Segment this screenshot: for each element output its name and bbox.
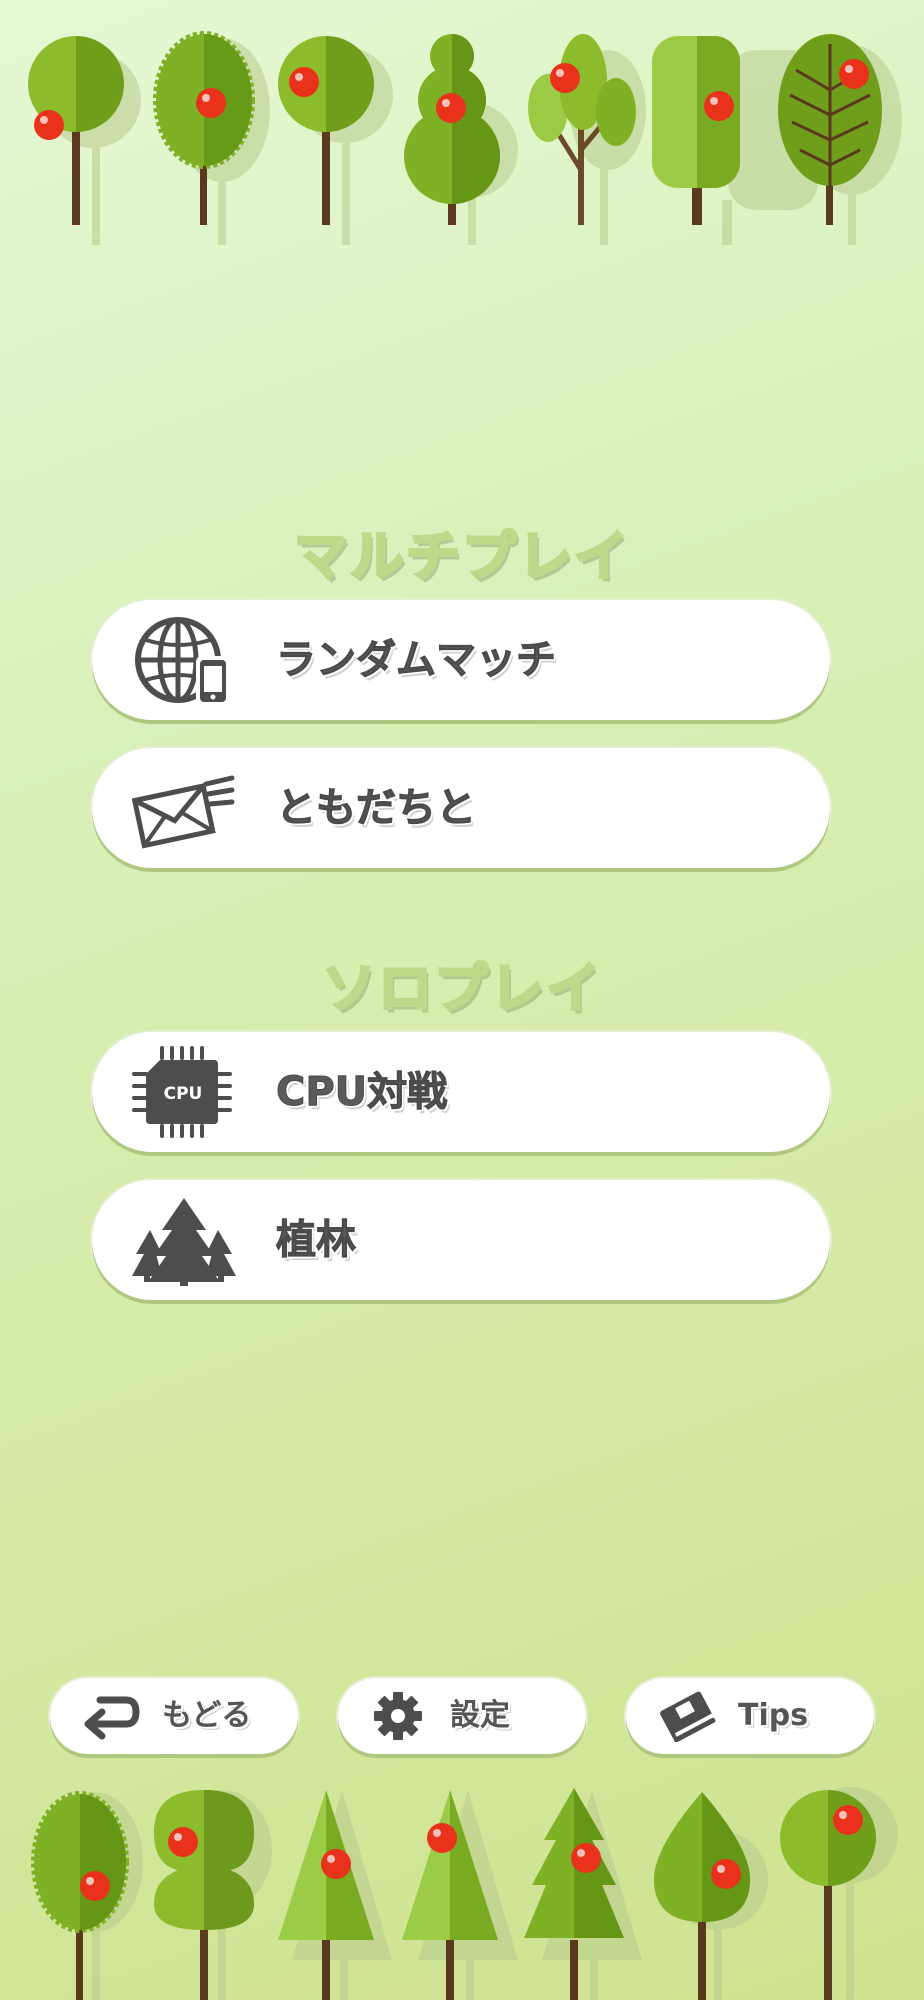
random-match-button[interactable]: ランダムマッチ [92, 600, 830, 720]
decorative-trees-top [28, 31, 902, 245]
decorative-trees-bottom [31, 1787, 898, 2000]
cpu-icon-text: CPU [164, 1084, 203, 1104]
tips-label: Tips [738, 1698, 809, 1733]
cpu-battle-button[interactable]: CPU CPU対戦 [92, 1032, 830, 1152]
settings-button[interactable]: 設定 [338, 1678, 586, 1754]
multiplayer-title: マルチプレイ [293, 524, 630, 590]
cpu-battle-label: CPU対戦 [275, 1069, 448, 1116]
random-match-label: ランダムマッチ [276, 637, 557, 684]
with-friends-button[interactable]: ともだちと [92, 748, 830, 868]
back-label: もどる [162, 1698, 252, 1733]
solo-title: ソロプレイ [321, 956, 602, 1022]
gear-icon [374, 1692, 422, 1740]
planting-label: 植林 [276, 1217, 357, 1264]
back-button[interactable]: もどる [50, 1678, 298, 1754]
book-icon [660, 1691, 716, 1742]
settings-label: 設定 [450, 1698, 510, 1733]
globe-phone-icon [135, 617, 230, 706]
with-friends-label: ともだちと [276, 785, 477, 832]
forest-icon [132, 1198, 236, 1286]
planting-button[interactable]: 植林 [92, 1180, 830, 1300]
return-arrow-icon [84, 1696, 140, 1740]
tips-button[interactable]: Tips [626, 1678, 874, 1754]
mail-icon [132, 775, 235, 849]
cpu-chip-icon: CPU [132, 1046, 232, 1138]
